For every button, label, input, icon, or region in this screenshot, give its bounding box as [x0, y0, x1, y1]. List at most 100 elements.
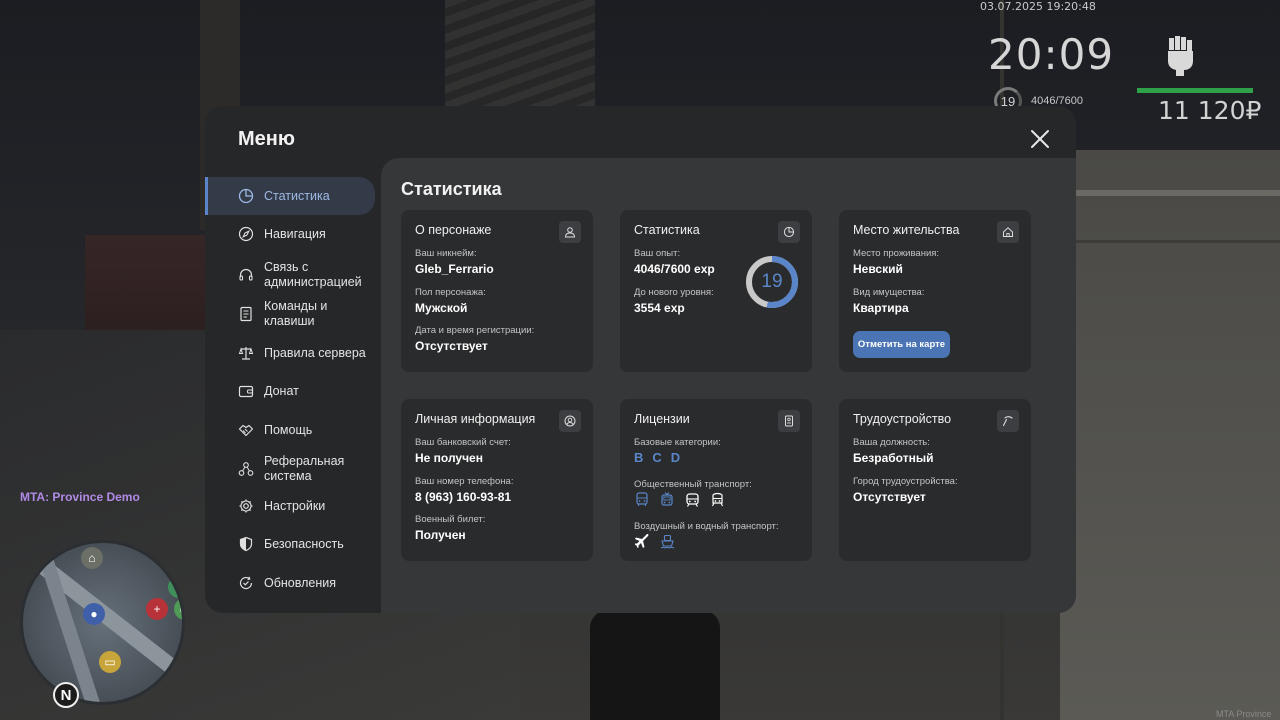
hospital-icon: + — [146, 598, 168, 620]
residence-label: Место проживания: — [853, 248, 940, 259]
sidebar-item-admin-contact[interactable]: Связь с администрацией — [205, 258, 375, 292]
card-residence: Место жительства Место проживания: Невск… — [839, 210, 1031, 372]
gender-label: Пол персонажа: — [415, 287, 486, 298]
sidebar-item-label: Правила сервера — [264, 345, 366, 360]
user-icon — [559, 221, 581, 243]
air-water-transport-label: Воздушный и водный транспорт: — [634, 521, 779, 532]
sidebar-item-label: Донат — [264, 383, 299, 398]
bank-icon: ⌂ — [81, 547, 103, 569]
phone-label: Ваш номер телефона: — [415, 476, 514, 487]
hud-clock: 20:09 — [988, 30, 1115, 79]
license-card-icon — [778, 410, 800, 432]
mark-on-map-button[interactable]: Отметить на карте — [853, 331, 950, 358]
sidebar-item-label: Настройки — [264, 498, 326, 513]
document-icon — [240, 306, 252, 322]
card-stats: Статистика Ваш опыт: 4046/7600 exp До но… — [620, 210, 812, 372]
employment-city-label: Город трудоустройства: — [853, 476, 958, 487]
server-name: MTA: Province Demo — [20, 490, 140, 504]
public-transport-icons — [633, 490, 726, 508]
card-title: Статистика — [634, 223, 700, 237]
nickname-label: Ваш никнейм: — [415, 248, 477, 259]
hud-money: 11 120₽ — [1158, 96, 1262, 125]
sidebar-item-donate[interactable]: Донат — [205, 379, 375, 403]
ship-icon — [658, 532, 676, 550]
license-category: D — [670, 450, 681, 465]
gender-value: Мужской — [415, 301, 468, 315]
card-employment: Трудоустройство Ваша должность: Безработ… — [839, 399, 1031, 561]
level-number: 19 — [761, 271, 783, 292]
north-icon: N — [53, 682, 79, 708]
sidebar: Статистика Навигация Связь с администрац… — [205, 176, 381, 613]
license-categories: B C D — [634, 450, 680, 465]
close-icon[interactable] — [1029, 128, 1051, 150]
user-circle-icon — [559, 410, 581, 432]
sidebar-item-commands[interactable]: Команды и клавиши — [205, 297, 375, 331]
position-label: Ваша должность: — [853, 437, 930, 448]
pie-chart-icon — [238, 188, 254, 204]
property-value: Квартира — [853, 301, 909, 315]
minimap: ⌂ ▪ ◎ + ● ▭ — [20, 540, 185, 705]
menu-modal: Меню Статистика Навигация Связь с админи… — [205, 106, 1076, 613]
nickname-value: Gleb_Ferrario — [415, 262, 494, 276]
sidebar-item-label: Команды и клавиши — [264, 299, 328, 328]
background-wall — [1060, 150, 1280, 720]
card-licenses: Лицензии Базовые категории: B C D Общест… — [620, 399, 812, 561]
hud-datetime: 03.07.2025 19:20:48 — [980, 0, 1096, 13]
sidebar-item-label: Помощь — [264, 422, 313, 437]
next-level-value: 3554 exp — [634, 301, 685, 315]
network-icon — [238, 462, 254, 476]
military-value: Получен — [415, 528, 466, 542]
trolleybus-icon — [658, 490, 676, 508]
sidebar-item-security[interactable]: Безопасность — [205, 532, 375, 556]
card-title: Личная информация — [415, 412, 536, 426]
tram-icon — [683, 490, 701, 508]
headset-icon — [239, 268, 253, 281]
registration-value: Отсутствует — [415, 339, 488, 353]
sidebar-item-label: Связь с администрацией — [264, 260, 362, 289]
sidebar-item-label: Статистика — [264, 188, 330, 203]
metro-icon — [708, 490, 726, 508]
sidebar-item-settings[interactable]: Настройки — [205, 494, 375, 518]
sidebar-item-updates[interactable]: Обновления — [205, 571, 375, 595]
next-level-label: До нового уровня: — [634, 287, 714, 298]
compass-icon — [238, 226, 254, 242]
position-value: Безработный — [853, 451, 934, 465]
handshake-icon — [238, 424, 254, 437]
refresh-check-icon — [239, 576, 253, 590]
exp-value: 4046/7600 exp — [634, 262, 715, 276]
sidebar-item-label: Навигация — [264, 226, 326, 241]
license-category: B — [634, 450, 644, 465]
card-title: Место жительства — [853, 223, 960, 237]
background-stairs — [445, 0, 595, 110]
hud-health-bar — [1137, 88, 1253, 93]
plane-icon — [633, 532, 651, 550]
shield-icon — [239, 536, 253, 552]
sidebar-item-statistics[interactable]: Статистика — [205, 177, 375, 215]
watermark: MTA Province — [1216, 709, 1272, 719]
page-title: Статистика — [401, 179, 502, 199]
military-label: Военный билет: — [415, 514, 486, 525]
scales-icon — [238, 347, 254, 360]
sidebar-item-rules[interactable]: Правила сервера — [205, 341, 375, 365]
police-icon: ● — [83, 603, 105, 625]
gear-icon — [239, 499, 253, 513]
card-title: Трудоустройство — [853, 412, 952, 426]
wallet-icon — [238, 385, 254, 398]
license-category: C — [652, 450, 662, 465]
employment-city-value: Отсутствует — [853, 490, 926, 504]
property-label: Вид имущества: — [853, 287, 925, 298]
pickaxe-icon — [997, 410, 1019, 432]
base-categories-label: Базовые категории: — [634, 437, 721, 448]
card-title: Лицензии — [634, 412, 690, 426]
sidebar-item-label: Реферальная система — [264, 454, 345, 483]
fist-icon — [1168, 36, 1193, 76]
exp-label: Ваш опыт: — [634, 248, 681, 259]
sidebar-item-navigation[interactable]: Навигация — [205, 222, 375, 246]
sidebar-item-help[interactable]: Помощь — [205, 418, 375, 442]
bank-label: Ваш банковский счет: — [415, 437, 511, 448]
sidebar-item-label: Обновления — [264, 575, 336, 590]
sidebar-item-referral[interactable]: Реферальная система — [205, 452, 375, 486]
card-character: О персонаже Ваш никнейм: Gleb_Ferrario П… — [401, 210, 593, 372]
menu-title: Меню — [238, 128, 295, 150]
card-title: О персонаже — [415, 223, 492, 237]
